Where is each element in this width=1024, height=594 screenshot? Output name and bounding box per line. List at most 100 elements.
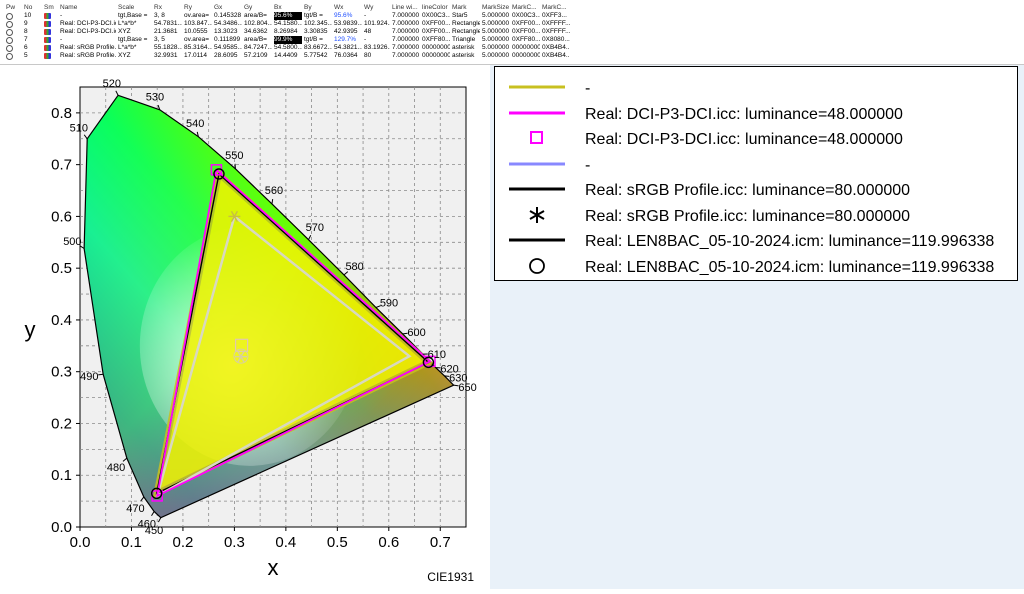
grid-cell: 5.000000 bbox=[482, 44, 510, 52]
grid-header-cell[interactable]: Name bbox=[60, 4, 116, 12]
grid-cell: 7.000000 bbox=[392, 28, 420, 36]
y-tick-label: 0.1 bbox=[51, 467, 72, 484]
grid-cell: XYZ bbox=[118, 52, 152, 60]
grid-cell: 103.847... bbox=[184, 20, 212, 28]
grid-cell: 8.26984 bbox=[274, 28, 302, 36]
locus-wavelength-label: 460 bbox=[138, 518, 156, 530]
grid-cell: 99.9% bbox=[274, 36, 302, 44]
grid-cell: 101.924... bbox=[364, 20, 390, 28]
grid-cell: L*a*b* bbox=[118, 44, 152, 52]
x-tick-label: 0.7 bbox=[430, 534, 451, 551]
legend-item[interactable]: - bbox=[495, 77, 1015, 101]
visibility-radio[interactable] bbox=[6, 36, 22, 44]
grid-cell: 5.000000 bbox=[482, 12, 510, 20]
grid-cell: tgt,Base = bbox=[118, 12, 152, 20]
visibility-radio[interactable] bbox=[6, 12, 22, 20]
table-row[interactable]: 10-tgt,Base =3, 8ov.area=0.145328area/B=… bbox=[0, 12, 1024, 20]
legend-item[interactable]: Real: DCI-P3-DCI.icc: luminance=48.00000… bbox=[495, 103, 1015, 127]
grid-header-cell[interactable]: Gy bbox=[244, 4, 272, 12]
y-axis-label: y bbox=[25, 317, 36, 342]
grid-cell: 6 bbox=[24, 44, 42, 52]
visibility-radio[interactable] bbox=[6, 52, 22, 60]
table-row[interactable]: 8Real: DCI-P3-DCI.ic...XYZ21.368110.0555… bbox=[0, 28, 1024, 36]
grid-cell: - bbox=[364, 36, 390, 44]
grid-cell: 83.6672... bbox=[304, 44, 332, 52]
grid-header-cell[interactable]: Rx bbox=[154, 4, 182, 12]
legend-pane: -Real: DCI-P3-DCI.icc: luminance=48.0000… bbox=[490, 65, 1024, 589]
visibility-radio[interactable] bbox=[6, 44, 22, 52]
grid-cell: L*a*b* bbox=[118, 20, 152, 28]
grid-header-cell[interactable]: MarkC... bbox=[542, 4, 570, 12]
grid-cell: 53.9839... bbox=[334, 20, 362, 28]
grid-cell: 54.7831... bbox=[154, 20, 182, 28]
legend-item[interactable]: Real: LEN8BAC_05-10-2024.icm: luminance=… bbox=[495, 230, 1015, 254]
legend-label: Real: LEN8BAC_05-10-2024.icm: luminance=… bbox=[585, 231, 994, 253]
grid-cell: 0X00C3... bbox=[512, 12, 540, 20]
visibility-radio[interactable] bbox=[6, 28, 22, 36]
grid-cell: Real: DCI-P3-DCI.ic... bbox=[60, 20, 116, 28]
grid-cell: 00000000 bbox=[512, 52, 540, 60]
cie-chart: 4504604704804905005105205305405505605705… bbox=[0, 65, 490, 589]
grid-cell: 13.3023 bbox=[214, 28, 242, 36]
circle-marker-icon bbox=[507, 256, 567, 280]
grid-cell: 102.804... bbox=[244, 20, 272, 28]
grid-header-cell[interactable]: Wx bbox=[334, 4, 362, 12]
grid-cell: 95.6% bbox=[274, 12, 302, 20]
x-tick-label: 0.1 bbox=[121, 534, 142, 551]
y-tick-label: 0.2 bbox=[51, 415, 72, 432]
x-tick-label: 0.6 bbox=[378, 534, 399, 551]
grid-header-cell[interactable]: No bbox=[24, 4, 42, 12]
grid-cell: tgt/B = bbox=[304, 12, 332, 20]
grid-header-cell[interactable]: MarkC... bbox=[512, 4, 540, 12]
chart-pane: 4504604704804905005105205305405505605705… bbox=[0, 65, 490, 589]
grid-header-cell[interactable]: MarkSize bbox=[482, 4, 510, 12]
locus-wavelength-label: 540 bbox=[186, 118, 204, 130]
locus-wavelength-label: 570 bbox=[306, 222, 324, 234]
locus-wavelength-label: 520 bbox=[103, 78, 121, 90]
legend-item[interactable]: Real: LEN8BAC_05-10-2024.icm: luminance=… bbox=[495, 256, 1015, 280]
grid-header-row: PwNoSmNameScaleRxRyGxGyBxByWxWyLine wi..… bbox=[0, 4, 1024, 12]
grid-cell: 3, 5 bbox=[154, 36, 182, 44]
grid-cell: ov.area= bbox=[184, 36, 212, 44]
table-row[interactable]: 9Real: DCI-P3-DCI.ic...L*a*b*54.7831...1… bbox=[0, 20, 1024, 28]
grid-header-cell[interactable]: Scale bbox=[118, 4, 152, 12]
grid-cell: 0XFF80... bbox=[512, 36, 540, 44]
y-tick-label: 0.5 bbox=[51, 260, 72, 277]
table-row[interactable]: 5Real: sRGB Profile.ic...XYZ32.993117.01… bbox=[0, 52, 1024, 60]
y-tick-label: 0.4 bbox=[51, 312, 72, 329]
locus-wavelength-label: 470 bbox=[126, 503, 144, 515]
table-row[interactable]: 7-tgt,Base =3, 5ov.area=0.111899area/B=9… bbox=[0, 36, 1024, 44]
grid-header-cell[interactable]: Bx bbox=[274, 4, 302, 12]
grid-header-cell[interactable]: lineColor bbox=[422, 4, 450, 12]
grid-header-cell[interactable]: Pw bbox=[6, 4, 22, 12]
grid-header-cell[interactable]: Ry bbox=[184, 4, 212, 12]
grid-header-cell[interactable]: Line wi... bbox=[392, 4, 420, 12]
legend-item[interactable]: Real: sRGB Profile.icc: luminance=80.000… bbox=[495, 179, 1015, 203]
x-tick-label: 0.4 bbox=[275, 534, 296, 551]
legend-line-swatch bbox=[507, 230, 567, 254]
locus-wavelength-label: 510 bbox=[70, 123, 88, 135]
grid-header-cell[interactable]: Mark bbox=[452, 4, 480, 12]
grid-cell: 54.5800... bbox=[274, 44, 302, 52]
legend-item[interactable]: - bbox=[495, 154, 1015, 178]
grid-cell: Triangle bbox=[452, 36, 480, 44]
locus-wavelength-label: 500 bbox=[63, 236, 81, 248]
table-row[interactable]: 6Real: sRGB Profile.ic...L*a*b*55.1828..… bbox=[0, 44, 1024, 52]
grid-header-cell[interactable]: By bbox=[304, 4, 332, 12]
grid-cell: 48 bbox=[364, 28, 390, 36]
legend-item[interactable]: Real: DCI-P3-DCI.icc: luminance=48.00000… bbox=[495, 128, 1015, 152]
grid-header-cell[interactable]: Wy bbox=[364, 4, 390, 12]
grid-cell: 83.1926... bbox=[364, 44, 390, 52]
grid-cell: 0XFFFF... bbox=[542, 28, 570, 36]
legend-item[interactable]: Real: sRGB Profile.icc: luminance=80.000… bbox=[495, 205, 1015, 229]
grid-header-cell[interactable]: Sm bbox=[44, 4, 58, 12]
locus-wavelength-label: 560 bbox=[265, 185, 283, 197]
grid-cell: 54.3486... bbox=[214, 20, 242, 28]
grid-cell: 7.000000 bbox=[392, 44, 420, 52]
visibility-radio[interactable] bbox=[6, 20, 22, 28]
asterisk-marker-icon bbox=[507, 205, 567, 229]
legend-line-swatch bbox=[507, 77, 567, 101]
grid-cell: 10.0555 bbox=[184, 28, 212, 36]
grid-header-cell[interactable]: Gx bbox=[214, 4, 242, 12]
grid-cell: 95.6% bbox=[334, 12, 362, 20]
